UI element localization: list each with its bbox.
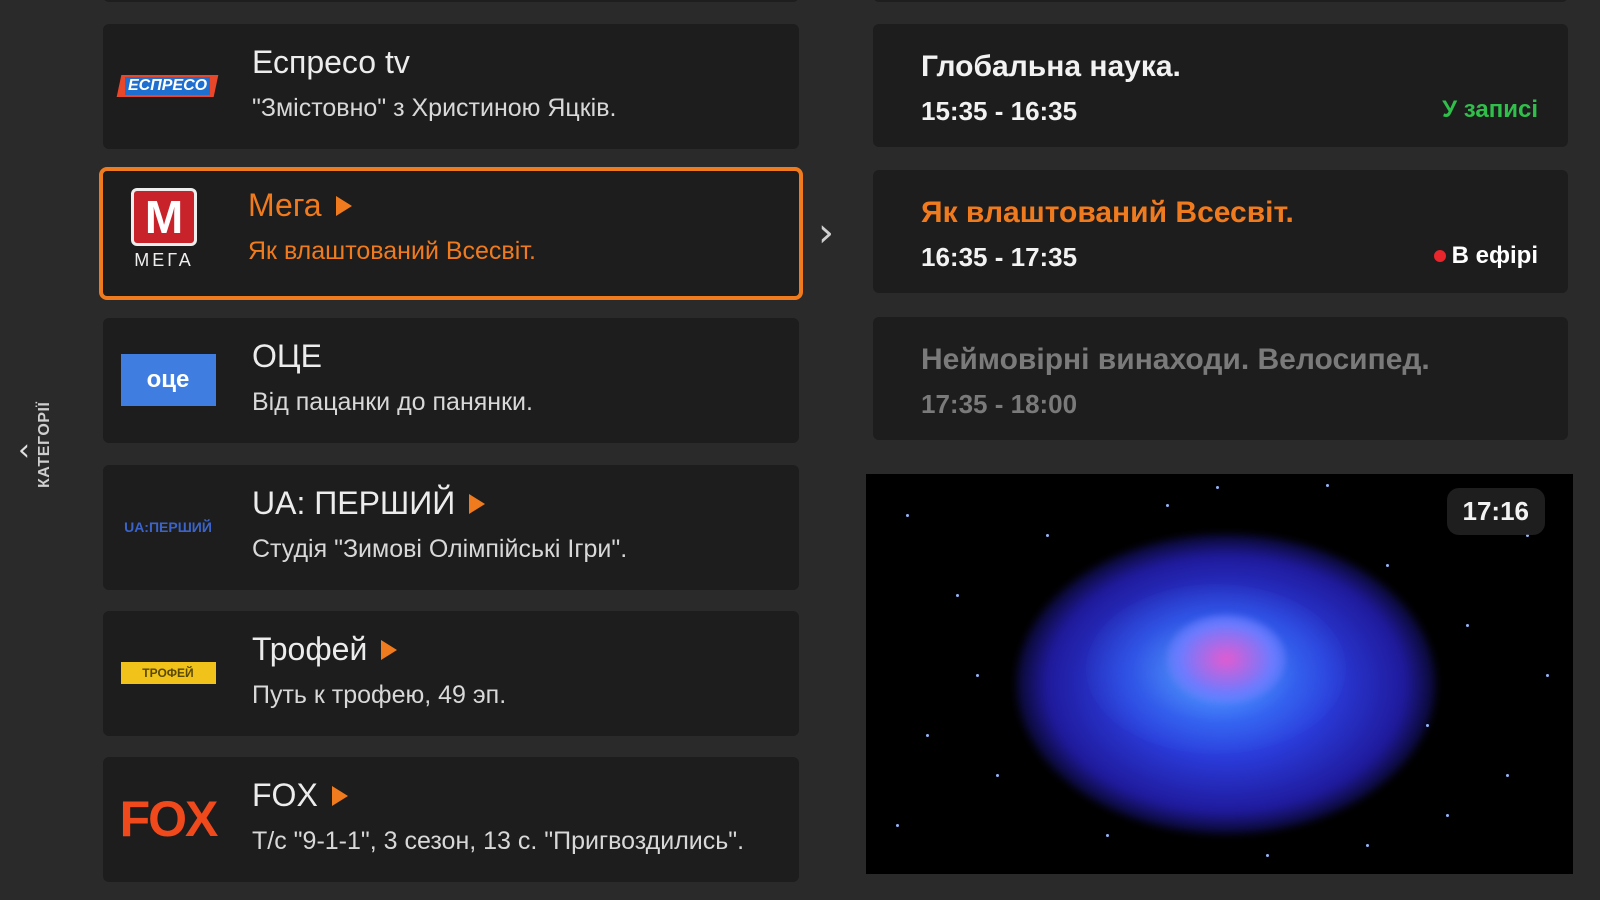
program-row-partial — [873, 0, 1568, 2]
star-dot — [1326, 484, 1329, 487]
star-dot — [1046, 534, 1049, 537]
channel-current-show: Як влаштований Всесвіт. — [248, 237, 536, 265]
oce-logo: оце — [118, 340, 218, 420]
star-dot — [896, 824, 899, 827]
recorded-status: У записі — [1442, 96, 1538, 123]
star-dot — [1266, 854, 1269, 857]
channel-current-show: Путь к трофею, 49 эп. — [252, 681, 507, 709]
nebula-core — [1166, 614, 1286, 704]
channel-name: UA: ПЕРШИЙ — [252, 485, 486, 522]
program-item-upcoming[interactable]: Неймовірні винаходи. Велосипед. 17:35 - … — [873, 317, 1568, 440]
channel-row-ua-pershyi[interactable]: UA:ПЕРШИЙ UA: ПЕРШИЙ Студія "Зимові Олім… — [103, 465, 799, 590]
fox-logo: FOX — [119, 791, 219, 847]
player-clock: 17:16 — [1446, 488, 1545, 535]
program-time: 15:35 - 16:35 — [921, 96, 1078, 126]
live-dot-icon — [1433, 250, 1446, 262]
category-sidebar[interactable]: ‹ КАТЕГОРІЇ — [0, 0, 100, 900]
espreso-logo: ЕСПРЕСО — [117, 46, 219, 126]
star-dot — [1546, 674, 1549, 677]
play-icon — [331, 785, 348, 806]
star-dot — [1106, 834, 1109, 837]
video-preview[interactable]: 17:16 — [866, 474, 1573, 874]
program-title: Як влаштований Всесвіт. — [921, 196, 1294, 229]
channel-row-oce[interactable]: оце ОЦЕ Від пацанки до панянки. — [103, 318, 799, 443]
star-dot — [926, 734, 929, 737]
star-dot — [996, 774, 999, 777]
program-time: 16:35 - 17:35 — [921, 242, 1078, 272]
channel-row-espreso[interactable]: ЕСПРЕСО Еспресо tv "Змістовно" з Христин… — [103, 24, 799, 149]
channel-row-fox[interactable]: FOX FOX Т/с "9-1-1", 3 сезон, 13 с. "При… — [103, 757, 799, 882]
star-dot — [976, 674, 979, 677]
channel-name: Трофей — [252, 631, 398, 668]
categories-label: КАТЕГОРІЇ — [36, 401, 53, 488]
star-dot — [1446, 814, 1449, 817]
channel-name: Еспресо tv — [252, 44, 410, 80]
channel-name: ОЦЕ — [252, 338, 322, 374]
star-dot — [1466, 624, 1469, 627]
channel-current-show: Від пацанки до панянки. — [252, 388, 533, 416]
ua-pershyi-logo: UA:ПЕРШИЙ — [124, 519, 212, 535]
star-dot — [1426, 724, 1429, 727]
channel-row-trofey[interactable]: ТРОФЕЙ Трофей Путь к трофею, 49 эп. — [103, 611, 799, 736]
star-dot — [956, 594, 959, 597]
trofey-logo: ТРОФЕЙ — [118, 633, 218, 713]
channel-name: FOX — [252, 777, 348, 814]
program-title: Неймовірні винаходи. Велосипед. — [921, 343, 1430, 376]
star-dot — [1506, 774, 1509, 777]
live-status: В ефірі — [1433, 242, 1538, 270]
channel-row-partial — [103, 0, 799, 2]
program-item-past[interactable]: Глобальна наука. 15:35 - 16:35 У записі — [873, 24, 1568, 147]
channel-current-show: Т/с "9-1-1", 3 сезон, 13 с. "Пригвоздили… — [252, 827, 745, 855]
play-icon — [335, 195, 352, 216]
star-dot — [1166, 504, 1169, 507]
program-item-live[interactable]: Як влаштований Всесвіт. 16:35 - 17:35 В … — [873, 170, 1568, 293]
star-dot — [906, 514, 909, 517]
program-title: Глобальна наука. — [921, 50, 1181, 83]
star-dot — [1216, 486, 1219, 489]
channel-row-mega[interactable]: M МЕГА Мега Як влаштований Всесвіт. — [99, 167, 803, 300]
program-time: 17:35 - 18:00 — [921, 389, 1078, 419]
channel-name: Мега — [248, 187, 352, 224]
chevron-right-icon[interactable]: › — [818, 210, 834, 256]
channel-current-show: Студія "Зимові Олімпійські Ігри". — [252, 535, 628, 563]
star-dot — [1386, 564, 1389, 567]
mega-logo: M МЕГА — [114, 187, 214, 270]
play-icon — [469, 493, 486, 514]
play-icon — [381, 639, 398, 660]
channel-current-show: "Змістовно" з Христиною Яцків. — [252, 94, 617, 122]
chevron-left-icon[interactable]: ‹ — [18, 436, 30, 466]
star-dot — [1366, 844, 1369, 847]
